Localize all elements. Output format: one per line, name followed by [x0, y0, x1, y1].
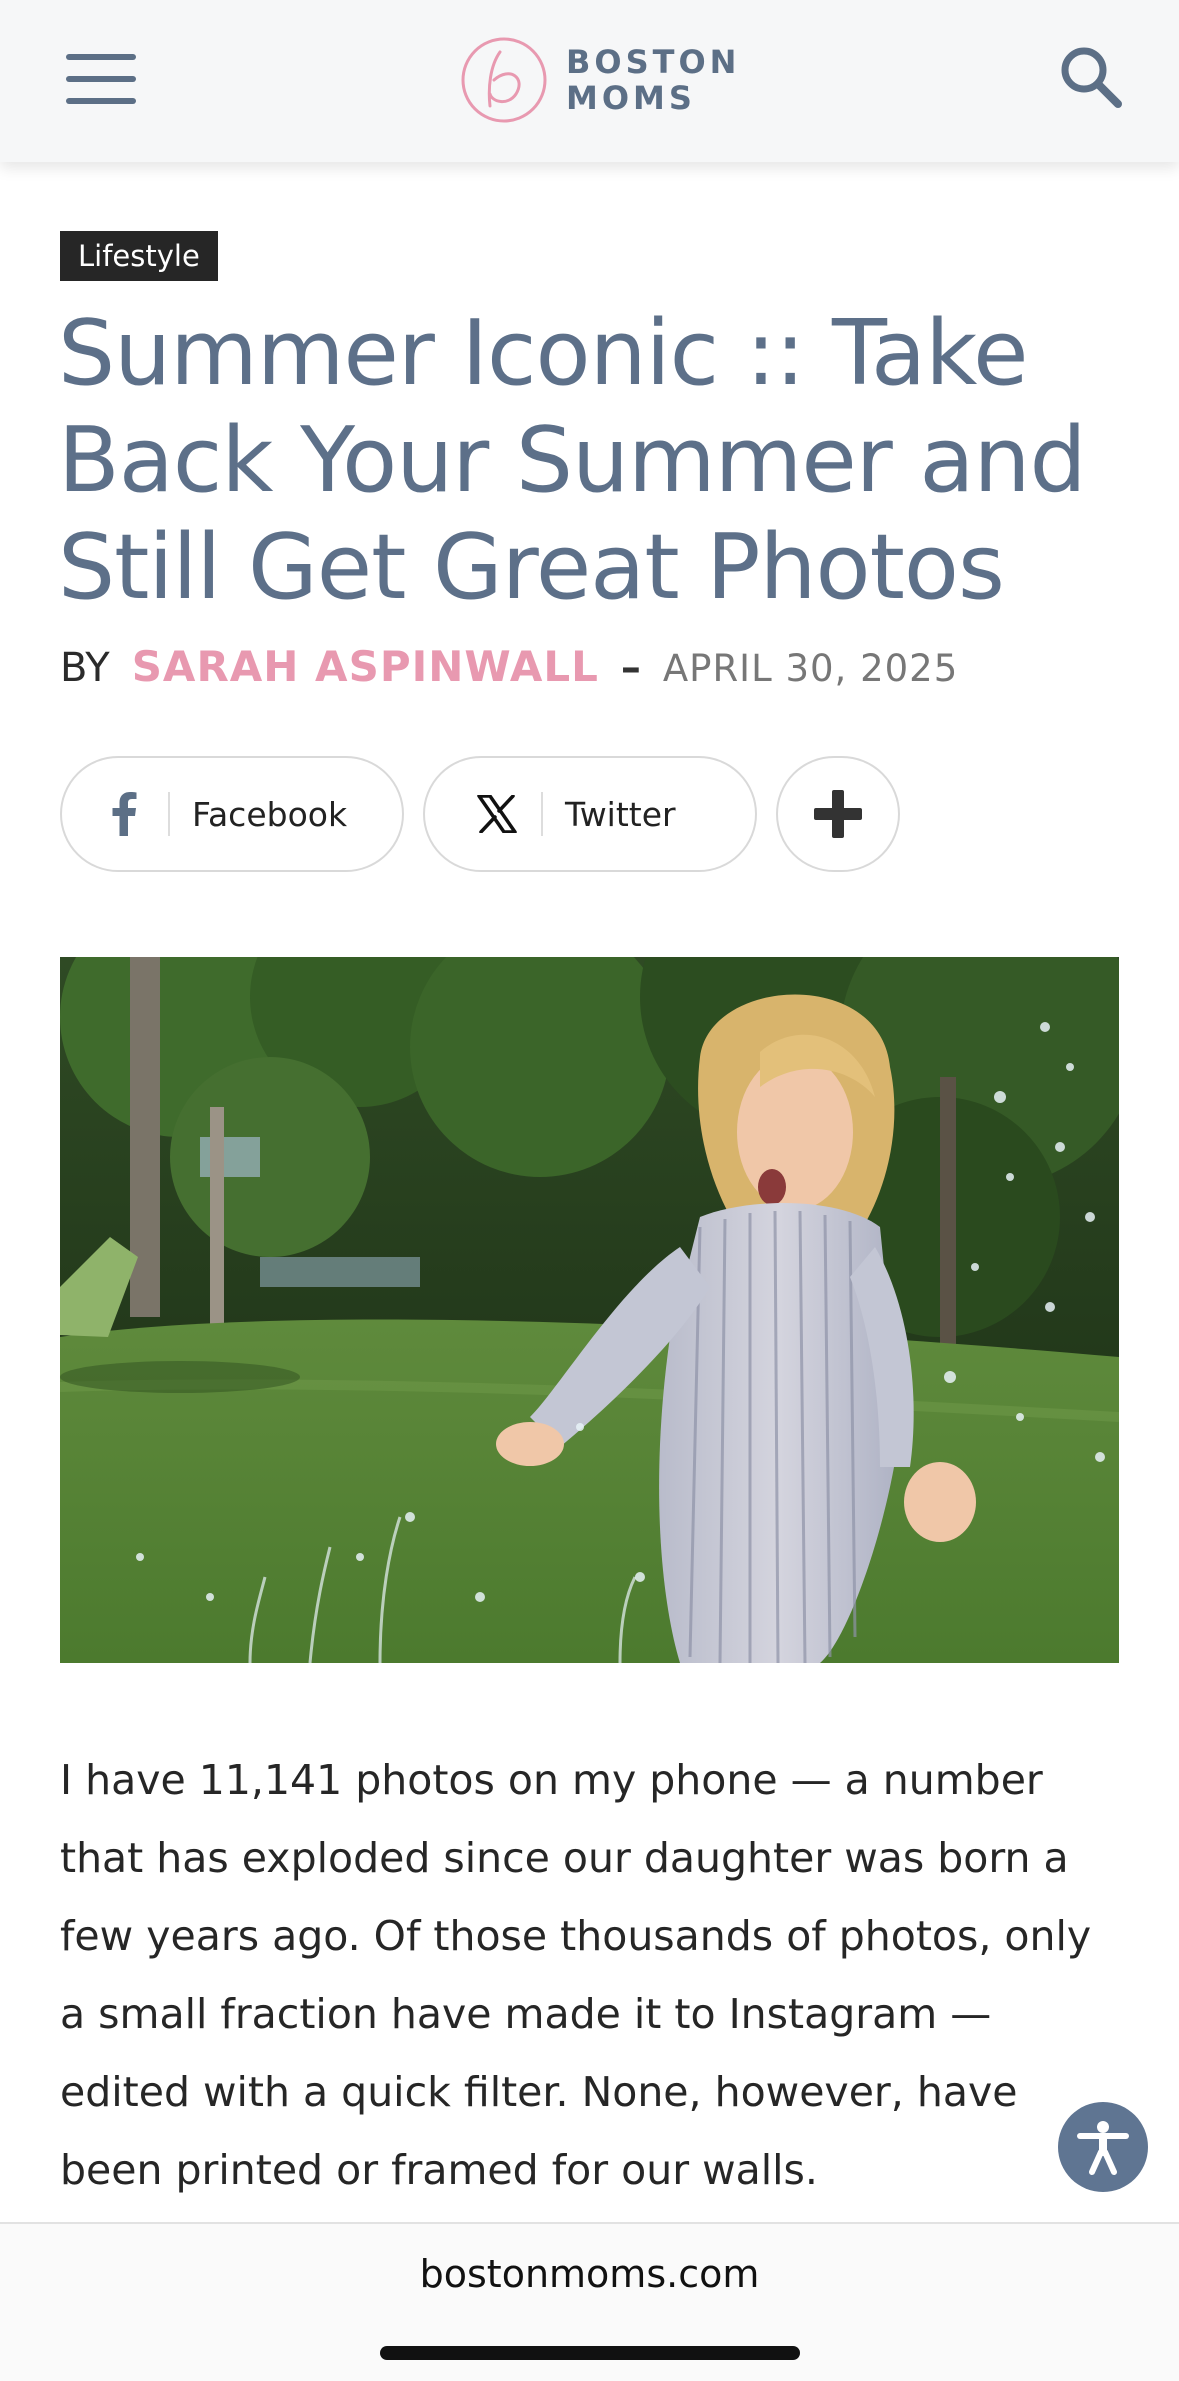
x-icon — [465, 795, 529, 833]
share-divider — [541, 792, 543, 836]
author-link[interactable]: SARAH ASPINWALL — [132, 642, 599, 691]
logo-line-moms: MOMS — [566, 79, 696, 117]
facebook-icon — [92, 792, 156, 836]
facebook-label: Facebook — [192, 794, 348, 834]
accessibility-person-glyph — [1077, 2121, 1129, 2175]
accessibility-icon[interactable] — [1058, 2102, 1148, 2192]
menu-bar — [66, 76, 136, 82]
search-icon[interactable] — [1056, 42, 1128, 114]
logo-b-mark-icon — [461, 37, 547, 123]
article-title: Summer Iconic :: Take Back Your Summer a… — [58, 301, 1087, 620]
logo-line-boston: BOSTON — [566, 43, 741, 81]
browser-address-bar: bostonmoms.com — [0, 2222, 1179, 2381]
article-body-paragraph: I have 11,141 photos on my phone — a num… — [60, 1756, 1092, 2194]
menu-bar — [66, 98, 136, 104]
share-divider — [168, 792, 170, 836]
hamburger-menu-icon[interactable] — [60, 48, 142, 110]
twitter-label: Twitter — [565, 794, 676, 834]
menu-bar — [66, 54, 136, 60]
publish-date: APRIL 30, 2025 — [662, 647, 959, 690]
share-more-button[interactable] — [776, 756, 900, 872]
site-header: BOSTON MOMS — [0, 0, 1179, 162]
photo-girl-playing-in-sprinkler — [60, 957, 1119, 1663]
home-indicator[interactable] — [380, 2346, 800, 2360]
url-text[interactable]: bostonmoms.com — [0, 2252, 1179, 2296]
plus-icon — [814, 790, 862, 838]
category-badge[interactable]: Lifestyle — [60, 231, 218, 281]
byline: BY SARAH ASPINWALL – APRIL 30, 2025 — [60, 642, 958, 691]
byline-prefix: BY — [60, 645, 110, 691]
hero-photo — [60, 957, 1119, 1663]
search-glyph — [1061, 47, 1122, 108]
byline-separator: – — [620, 645, 641, 691]
site-logo[interactable]: BOSTON MOMS — [460, 34, 740, 126]
share-twitter-button[interactable]: Twitter — [423, 756, 757, 872]
logo-text: BOSTON MOMS — [566, 44, 740, 116]
share-facebook-button[interactable]: Facebook — [60, 756, 404, 872]
